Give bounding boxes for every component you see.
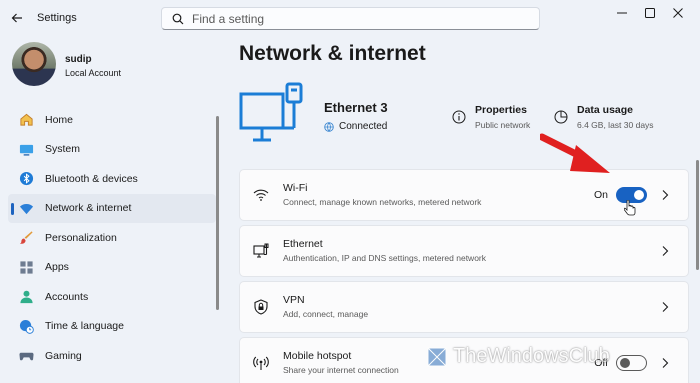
toggle-knob <box>634 190 644 200</box>
data-usage-title: Data usage <box>577 104 634 116</box>
sidebar-item-home[interactable]: Home <box>8 105 216 135</box>
brush-icon <box>18 230 34 246</box>
chevron-right-icon <box>662 302 669 312</box>
wifi-subtitle: Connect, manage known networks, metered … <box>283 197 482 207</box>
main-scrollbar[interactable] <box>696 160 699 270</box>
mouse-cursor-icon <box>624 200 636 216</box>
page-title: Network & internet <box>239 42 426 65</box>
watermark-logo-icon <box>427 347 447 366</box>
sidebar-item-label: Home <box>45 113 74 126</box>
connection-status-text: Connected <box>339 121 388 132</box>
vpn-shield-icon <box>254 299 268 315</box>
wifi-title: Wi-Fi <box>283 182 308 194</box>
red-annotation-arrow-icon <box>540 133 610 173</box>
hotspot-title: Mobile hotspot <box>283 350 352 362</box>
system-icon <box>18 141 34 157</box>
minimize-button[interactable] <box>608 4 636 22</box>
network-icon <box>18 200 34 216</box>
data-usage-subtitle: 6.4 GB, last 30 days <box>577 120 654 130</box>
bluetooth-icon <box>18 171 34 187</box>
sidebar-item-label: Network & internet <box>45 202 132 215</box>
data-usage-link[interactable]: Data usage 6.4 GB, last 30 days <box>554 104 654 130</box>
ethernet-card[interactable]: Ethernet Authentication, IP and DNS sett… <box>239 225 689 277</box>
sidebar-item-time-language[interactable]: Time & language <box>8 312 216 342</box>
app-title: Settings <box>37 12 77 24</box>
search-icon <box>172 13 184 24</box>
back-button[interactable] <box>8 9 26 27</box>
sidebar-item-label: Time & language <box>45 320 124 333</box>
sidebar-item-label: Gaming <box>45 349 82 362</box>
sidebar-item-gaming[interactable]: Gaming <box>8 341 216 371</box>
watermark-text: TheWindowsClub <box>453 345 610 367</box>
chevron-right-icon <box>662 358 669 368</box>
wifi-card[interactable]: Wi-Fi Connect, manage known networks, me… <box>239 169 689 221</box>
toggle-knob <box>620 358 630 368</box>
user-name: sudip <box>65 54 92 65</box>
sidebar-nav: Home System Bluetooth & devices Network … <box>8 105 216 371</box>
sidebar-item-label: Personalization <box>45 231 117 244</box>
sidebar-item-apps[interactable]: Apps <box>8 253 216 283</box>
sidebar-scrollbar[interactable] <box>216 116 219 310</box>
chevron-right-icon <box>662 246 669 256</box>
ethernet-monitor-icon <box>239 82 303 142</box>
chevron-right-icon <box>662 190 669 200</box>
maximize-icon <box>645 8 655 18</box>
globe-icon <box>324 121 334 132</box>
back-arrow-icon <box>11 13 22 23</box>
watermark: TheWindowsClub <box>427 345 610 368</box>
vpn-subtitle: Add, connect, manage <box>283 309 369 319</box>
vpn-title: VPN <box>283 294 305 306</box>
connection-status: Connected <box>324 121 387 132</box>
properties-link[interactable]: Properties Public network <box>452 104 530 130</box>
avatar <box>12 42 56 86</box>
search-box[interactable] <box>161 7 540 30</box>
maximize-button[interactable] <box>636 4 664 22</box>
connection-header: Ethernet 3 Connected Properties Public n… <box>239 78 689 152</box>
wifi-toggle-label: On <box>593 189 608 201</box>
minimize-icon <box>617 12 627 14</box>
hotspot-icon <box>253 356 269 370</box>
sidebar-item-network[interactable]: Network & internet <box>8 193 216 223</box>
sidebar-item-accounts[interactable]: Accounts <box>8 282 216 312</box>
globe-clock-icon <box>18 318 34 334</box>
accounts-icon <box>18 289 34 305</box>
close-button[interactable] <box>664 4 692 22</box>
connection-name: Ethernet 3 <box>324 100 388 115</box>
ethernet-icon <box>253 243 269 258</box>
data-usage-icon <box>554 110 568 124</box>
sidebar-item-label: Apps <box>45 261 69 274</box>
hotspot-subtitle: Share your internet connection <box>283 365 399 375</box>
ethernet-subtitle: Authentication, IP and DNS settings, met… <box>283 253 487 263</box>
gamepad-icon <box>18 348 34 364</box>
account-type: Local Account <box>65 68 122 78</box>
properties-title: Properties <box>475 104 527 116</box>
sidebar-item-label: System <box>45 143 81 156</box>
sidebar-item-label: Bluetooth & devices <box>45 172 138 185</box>
ethernet-title: Ethernet <box>283 238 323 250</box>
sidebar-item-bluetooth[interactable]: Bluetooth & devices <box>8 164 216 194</box>
properties-subtitle: Public network <box>475 120 531 130</box>
sidebar-item-label: Accounts <box>45 290 89 303</box>
title-bar: Settings <box>0 0 700 38</box>
apps-icon <box>18 259 34 275</box>
home-icon <box>18 112 34 128</box>
search-input[interactable] <box>192 11 512 26</box>
sidebar-item-system[interactable]: System <box>8 135 216 165</box>
vpn-card[interactable]: VPN Add, connect, manage <box>239 281 689 333</box>
close-icon <box>673 8 683 18</box>
info-icon <box>452 110 466 124</box>
hotspot-toggle[interactable] <box>616 355 647 371</box>
wifi-icon <box>253 189 269 201</box>
sidebar-item-personalization[interactable]: Personalization <box>8 223 216 253</box>
